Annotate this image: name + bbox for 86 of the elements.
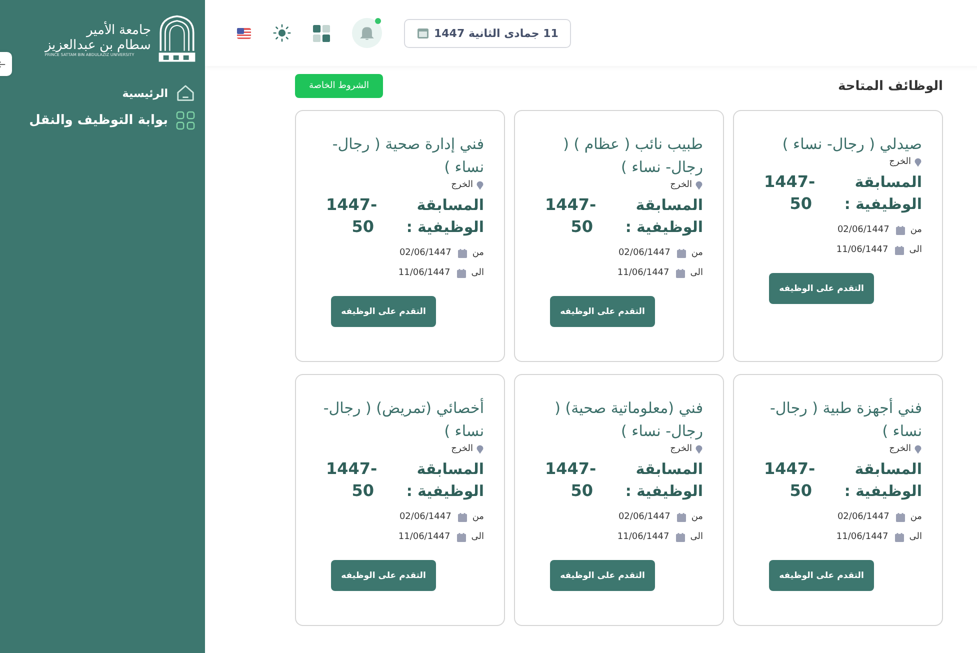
location-pin-icon [914,157,922,167]
competition-number: 1447-50 [545,194,593,238]
competition-number: 1447-50 [326,458,374,502]
calendar-icon [677,512,686,522]
job-title: فني (معلوماتية صحية) ( رجال- نساء ) [554,398,703,442]
calendar-icon [676,268,686,278]
apply-button[interactable]: التقدم على الوظيفه [550,296,655,327]
calendar-icon [896,226,906,234]
end-date: 11/06/1447 [617,532,670,542]
job-location: الخرج [670,180,692,190]
page-title: الوظائف المتاحة [838,78,943,94]
home-icon [176,84,195,103]
date-label: من [910,225,922,235]
job-title: أخصائي (تمريض) ( رجال- نساء ) [322,397,484,442]
job-title: فني أجهزة طبية ( رجال- نساء ) [768,397,922,442]
date-label: الى [471,532,484,542]
date-label: من [691,512,703,522]
competition-label: المسابقة الوظيفية : [843,172,922,215]
calendar-icon [457,532,466,542]
competition-number: 1447-50 [764,458,812,502]
logo-subtitle: سطام بن عبدالعزيز [44,36,151,52]
theme-toggle-icon[interactable] [273,24,291,42]
location-pin-icon [695,180,703,190]
competition-label: المسابقة الوظيفية : [624,459,703,502]
start-date: 02/06/1447 [399,512,452,522]
job-location: الخرج [451,180,473,190]
end-date: 11/06/1447 [617,268,670,278]
job-location: الخرج [451,444,473,454]
calendar-icon [676,532,686,542]
calendar-icon [895,246,904,254]
apply-button[interactable]: التقدم على الوظيفه [331,560,436,591]
competition-number: 1447-50 [326,194,374,238]
calendar-icon [896,512,906,522]
calendar-icon [457,268,466,278]
calendar-icon [895,532,904,542]
competition-label: المسابقة الوظيفية : [405,459,484,502]
location-pin-icon [914,444,922,454]
job-title: فني إدارة صحية ( رجال- نساء ) [331,134,484,178]
date-label: الى [909,532,922,542]
start-date: 02/06/1447 [399,248,452,258]
date-label: من [691,248,703,258]
flag-icon[interactable] [237,28,251,38]
apply-button[interactable]: التقدم على الوظيفه [331,296,436,327]
calendar-icon [458,248,468,258]
job-title: طبيب نائب ( عظام ) ( رجال- نساء ) [562,134,703,178]
competition-number: 1447-50 [764,171,812,215]
job-title: صيدلي ( رجال- نساء ) [782,134,922,155]
end-date: 11/06/1447 [836,245,888,255]
date-label: الى [690,268,703,278]
nav-link[interactable]: بوابة التوظيف والنقل [29,113,168,128]
calendar-icon [458,512,468,522]
logo-title: جامعة الأمير [85,22,151,36]
start-date: 02/06/1447 [837,512,890,522]
date-label: من [910,512,922,522]
end-date: 11/06/1447 [836,532,888,542]
nav-link[interactable]: الرئيسية [122,87,168,100]
apps-icon[interactable] [313,24,330,42]
bell-icon [358,24,376,42]
job-location: الخرج [889,444,911,454]
university-logo-icon [157,14,197,64]
competition-label: المسابقة الوظيفية : [624,195,703,238]
date-label: الى [690,532,703,542]
date-label: الى [909,245,922,255]
competition-number: 1447-50 [545,458,593,502]
end-date: 11/06/1447 [398,532,450,542]
competition-label: المسابقة الوظيفية : [843,459,922,502]
competition-label: المسابقة الوظيفية : [405,195,484,238]
date-label: الى [471,268,484,278]
date-display: 11 جمادى الثانية 1447 [404,18,572,48]
date-label: من [472,512,484,522]
date-label: من [472,248,484,258]
job-location: الخرج [670,444,692,454]
apply-button[interactable]: التقدم على الوظيفه [769,560,874,591]
start-date: 02/06/1447 [837,225,890,235]
apply-button[interactable]: التقدم على الوظيفه [550,560,655,591]
job-location: الخرج [889,157,911,167]
grid-icon [176,111,195,130]
apply-button[interactable]: التقدم على الوظيفه [769,273,874,304]
end-date: 11/06/1447 [398,268,450,278]
location-pin-icon [695,444,703,454]
location-pin-icon [476,180,484,190]
start-date: 02/06/1447 [618,512,670,522]
calendar-icon [677,248,686,258]
calendar-icon [417,27,429,39]
location-pin-icon [476,444,484,454]
start-date: 02/06/1447 [618,248,670,258]
